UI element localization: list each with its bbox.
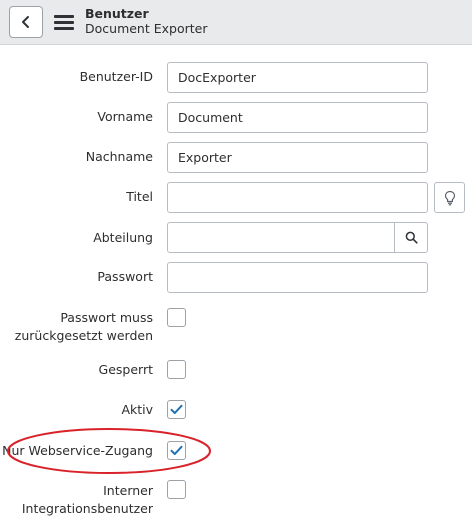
user-id-label: Benutzer-ID xyxy=(79,69,153,84)
lightbulb-icon xyxy=(444,190,455,205)
password-reset-checkbox[interactable] xyxy=(167,308,186,327)
department-lookup xyxy=(167,222,428,253)
department-search-button[interactable] xyxy=(394,223,427,252)
search-icon xyxy=(405,231,418,244)
web-service-only-checkbox[interactable] xyxy=(167,441,186,460)
first-name-field[interactable] xyxy=(167,102,428,133)
chevron-left-icon xyxy=(22,16,29,28)
password-reset-label-line1: Passwort muss xyxy=(60,310,153,325)
user-id-field[interactable] xyxy=(167,62,428,93)
department-label: Abteilung xyxy=(93,230,153,245)
page-subtitle: Document Exporter xyxy=(85,21,208,36)
last-name-label: Nachname xyxy=(85,149,153,164)
internal-integration-user-label-line2: Integrationsbenutzer xyxy=(21,501,153,516)
suggestion-button[interactable] xyxy=(434,182,465,213)
back-button[interactable] xyxy=(9,6,43,38)
title-field[interactable] xyxy=(167,182,428,213)
locked-checkbox[interactable] xyxy=(167,360,186,379)
password-label: Passwort xyxy=(97,269,153,284)
password-reset-label-line2: zurückgesetzt werden xyxy=(14,328,153,343)
last-name-field[interactable] xyxy=(167,142,428,173)
active-checkbox[interactable] xyxy=(167,400,186,419)
password-reset-label: Passwort muss zurückgesetzt werden xyxy=(15,309,153,345)
locked-label: Gesperrt xyxy=(98,362,153,377)
internal-integration-user-checkbox[interactable] xyxy=(167,480,186,499)
active-label: Aktiv xyxy=(121,402,153,417)
password-field[interactable] xyxy=(167,262,428,293)
title-label: Titel xyxy=(126,189,153,204)
internal-integration-user-label: Interner Integrationsbenutzer xyxy=(22,482,153,518)
web-service-only-label: Nur Webservice-Zugang xyxy=(2,443,153,458)
hamburger-menu-icon[interactable] xyxy=(54,15,74,30)
department-field[interactable] xyxy=(168,223,395,252)
checkmark-icon xyxy=(170,404,183,414)
page-title: Benutzer xyxy=(85,6,149,21)
internal-integration-user-label-line1: Interner xyxy=(103,483,153,498)
first-name-label: Vorname xyxy=(97,109,153,124)
checkmark-icon xyxy=(170,445,183,455)
header-bar: Benutzer Document Exporter xyxy=(0,0,472,45)
